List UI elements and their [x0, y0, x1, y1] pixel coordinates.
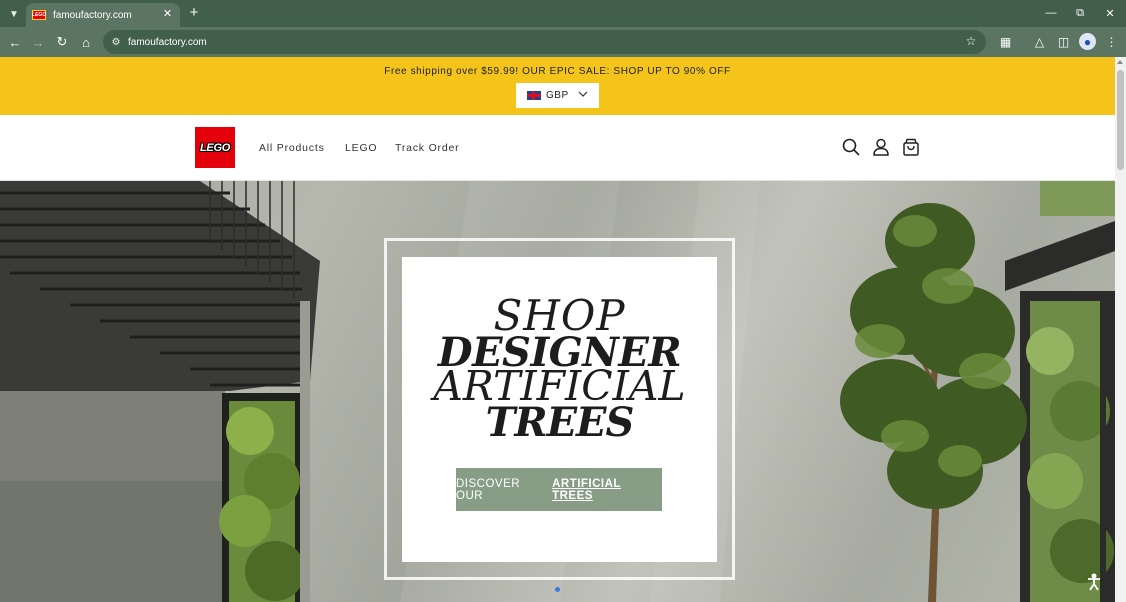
- url-text[interactable]: famoufactory.com: [128, 37, 207, 48]
- announcement-text: Free shipping over $59.99! OUR EPIC SALE…: [384, 66, 731, 77]
- restore-icon[interactable]: ⧉: [1071, 5, 1089, 21]
- nav-track-order[interactable]: Track Order: [395, 142, 459, 154]
- side-panel-icon[interactable]: ◫: [1055, 33, 1072, 50]
- profile-avatar-icon[interactable]: ●: [1079, 33, 1096, 50]
- nav-lego[interactable]: LEGO: [345, 142, 377, 154]
- uk-flag-icon: [527, 91, 541, 100]
- close-window-icon[interactable]: ✕: [1101, 5, 1119, 21]
- discover-artificial-trees-button[interactable]: DISCOVER OUR ARTIFICIAL TREES: [456, 468, 662, 511]
- new-tab-button[interactable]: +: [186, 4, 202, 22]
- bookmark-star-icon[interactable]: ☆: [964, 34, 978, 48]
- site-info-icon[interactable]: ⚙: [110, 36, 122, 48]
- hero-card: SHOP DESIGNER ARTIFICIAL TREES DISCOVER …: [402, 257, 717, 562]
- cart-icon[interactable]: [901, 137, 921, 157]
- home-icon[interactable]: ⌂: [77, 33, 95, 51]
- logo-text: LEGO: [200, 141, 230, 154]
- browser-tab[interactable]: LEGO famoufactory.com ✕: [26, 3, 180, 27]
- address-bar[interactable]: ⚙ famoufactory.com ☆: [103, 30, 986, 54]
- search-icon[interactable]: [841, 137, 861, 157]
- page-scrollbar[interactable]: [1115, 57, 1126, 602]
- close-tab-icon[interactable]: ✕: [161, 8, 174, 21]
- currency-selector[interactable]: GBP: [516, 83, 599, 108]
- tab-title: famoufactory.com: [53, 9, 132, 21]
- browser-toolbar: ← → ↻ ⌂ ⚙ famoufactory.com ☆ ▦ △ ◫ ● ⋮: [0, 27, 1126, 57]
- accessibility-icon[interactable]: [1087, 573, 1101, 591]
- hero-banner: SHOP DESIGNER ARTIFICIAL TREES DISCOVER …: [0, 181, 1115, 602]
- cta-prefix: DISCOVER OUR: [456, 477, 521, 502]
- back-arrow-icon[interactable]: ←: [6, 33, 24, 51]
- reload-icon[interactable]: ↻: [53, 33, 71, 51]
- cta-emphasis: ARTIFICIAL TREES: [552, 477, 621, 502]
- browser-menu-icon[interactable]: ⋮: [1103, 33, 1120, 50]
- labs-flask-icon[interactable]: △: [1031, 33, 1048, 50]
- browser-tab-bar: ▼ LEGO famoufactory.com ✕ + — ⧉ ✕: [0, 0, 1126, 27]
- chevron-down-icon: [578, 91, 588, 97]
- site-header: LEGO All Products LEGO Track Order: [0, 115, 1115, 181]
- scroll-up-arrow-icon[interactable]: [1117, 60, 1123, 64]
- forward-arrow-icon[interactable]: →: [29, 33, 47, 51]
- slide-indicator-dot[interactable]: [555, 587, 560, 592]
- announcement-bar: Free shipping over $59.99! OUR EPIC SALE…: [0, 57, 1115, 115]
- currency-label: GBP: [546, 90, 569, 101]
- tab-search-chevron-icon[interactable]: ▼: [5, 5, 23, 23]
- nav-all-products[interactable]: All Products: [259, 142, 325, 154]
- account-icon[interactable]: [871, 137, 891, 157]
- lego-logo[interactable]: LEGO: [195, 127, 235, 168]
- minimize-icon[interactable]: —: [1042, 5, 1060, 21]
- extensions-icon[interactable]: ▦: [997, 33, 1014, 50]
- headline-trees: TREES: [485, 399, 635, 446]
- favicon: LEGO: [31, 10, 47, 20]
- scrollbar-thumb[interactable]: [1117, 70, 1124, 170]
